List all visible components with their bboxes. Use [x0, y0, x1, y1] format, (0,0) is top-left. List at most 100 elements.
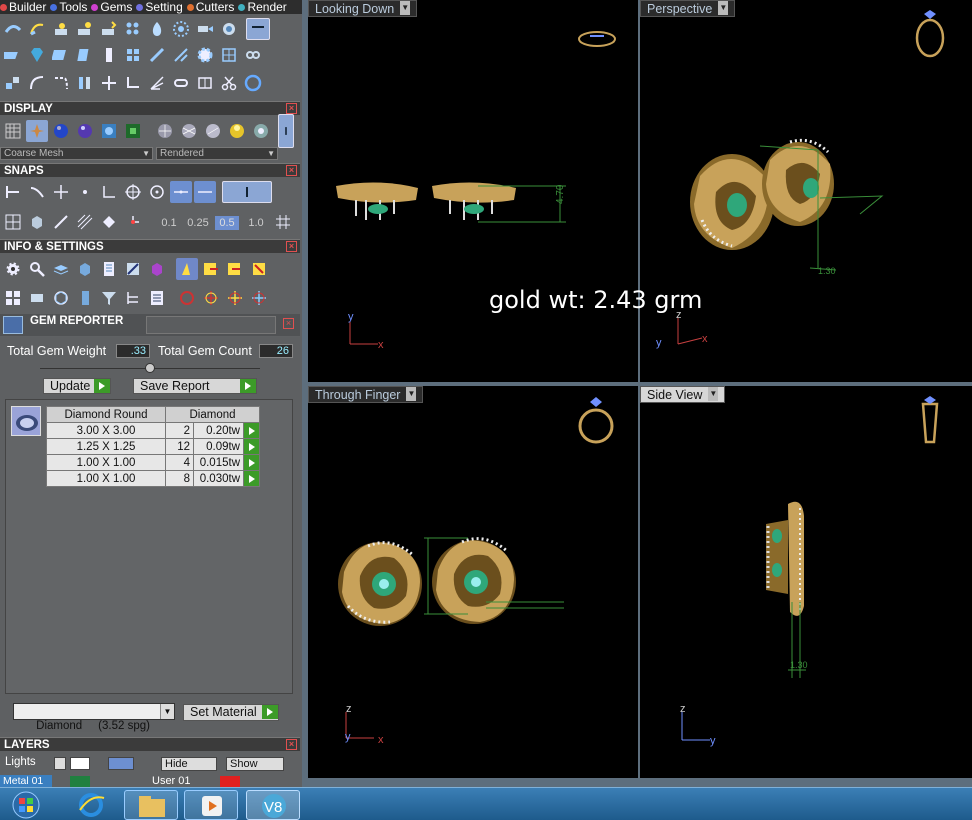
ring-rail-icon[interactable]: [2, 44, 24, 66]
snap-value-3[interactable]: 1.0: [244, 216, 268, 230]
viewport-looking-down[interactable]: 4.70 y x Looking Down ▼: [308, 0, 638, 382]
bend-icon[interactable]: [50, 72, 72, 94]
explorer-button[interactable]: [124, 790, 178, 820]
move-icon[interactable]: [98, 72, 120, 94]
pattern-tool-icon[interactable]: [122, 44, 144, 66]
split-bar-icon[interactable]: [74, 72, 96, 94]
chain-icon[interactable]: [242, 44, 264, 66]
menu-cutters[interactable]: Cutters: [186, 0, 234, 14]
table-row[interactable]: 1.25 X 1.25 12 0.09tw: [46, 438, 260, 455]
hide-button[interactable]: Hide: [161, 757, 217, 771]
menu-tools[interactable]: Tools: [50, 0, 87, 14]
export-icon[interactable]: [200, 258, 222, 280]
close-icon[interactable]: ×: [286, 241, 297, 252]
blue-sphere-icon[interactable]: [50, 120, 72, 142]
metal-sphere-icon[interactable]: [154, 120, 176, 142]
box-icon[interactable]: [74, 258, 96, 280]
snap-diamond-icon[interactable]: [98, 211, 120, 233]
user-color-swatch[interactable]: [220, 776, 240, 787]
tab-side-view[interactable]: Side View ▼: [640, 386, 726, 403]
gear-icon[interactable]: [194, 44, 216, 66]
snap-horizontal-icon[interactable]: [170, 181, 192, 203]
split-tool-icon[interactable]: [98, 44, 120, 66]
close-icon[interactable]: ×: [286, 739, 297, 750]
channel-tool-icon[interactable]: [74, 44, 96, 66]
bar-tool-icon[interactable]: [50, 44, 72, 66]
arc-icon[interactable]: [26, 72, 48, 94]
select-row-button[interactable]: [243, 454, 260, 471]
panel-toggle-icon[interactable]: [246, 18, 270, 40]
snap-line-icon[interactable]: [194, 181, 216, 203]
table-row[interactable]: 1.00 X 1.00 4 0.015tw: [46, 454, 260, 471]
blocks-icon[interactable]: [2, 72, 24, 94]
chevron-down-icon[interactable]: ▼: [400, 1, 411, 15]
grid-pave-icon[interactable]: [218, 44, 240, 66]
start-button[interactable]: [6, 790, 46, 820]
mirror-icon[interactable]: [194, 72, 216, 94]
bend-tool-icon[interactable]: [122, 72, 144, 94]
gallery-tool-icon[interactable]: [218, 18, 240, 40]
tab-looking-down[interactable]: Looking Down ▼: [308, 0, 418, 17]
layer-row-metal[interactable]: Metal 01 User 01: [0, 775, 300, 787]
shaded-icon[interactable]: [26, 120, 48, 142]
snap-target-icon[interactable]: [122, 181, 144, 203]
pave-tool-icon[interactable]: [122, 18, 144, 40]
environment-icon[interactable]: [98, 120, 120, 142]
link-icon[interactable]: [170, 72, 192, 94]
viewport-through-finger[interactable]: z y x Through Finger ▼: [308, 386, 638, 778]
axis-red-icon[interactable]: [200, 287, 222, 309]
prong-tool-icon[interactable]: [74, 18, 96, 40]
snap-curve-icon[interactable]: [26, 181, 48, 203]
snap-point-icon[interactable]: [74, 181, 96, 203]
gold-sphere-icon[interactable]: [226, 120, 248, 142]
media-player-button[interactable]: [184, 790, 238, 820]
scissors-icon[interactable]: [218, 72, 240, 94]
layers-stack-icon[interactable]: [50, 258, 72, 280]
grid-sphere-icon[interactable]: [178, 120, 200, 142]
snap-vertex-icon[interactable]: [122, 211, 144, 233]
menu-builder[interactable]: Builder: [0, 0, 46, 14]
snap-end-icon[interactable]: [98, 181, 120, 203]
save-report-button[interactable]: Save Report: [133, 378, 257, 394]
layer-color-swatch[interactable]: [70, 757, 90, 770]
mesh-mode-select[interactable]: Coarse Mesh ▼: [0, 147, 153, 160]
curve-tool-icon[interactable]: [2, 18, 24, 40]
chevron-down-icon[interactable]: ▼: [708, 387, 719, 401]
set-material-button[interactable]: Set Material: [183, 704, 279, 721]
filter-icon[interactable]: [98, 287, 120, 309]
menu-render[interactable]: Render: [238, 0, 287, 14]
chrome-sphere-icon[interactable]: [250, 120, 272, 142]
wireframe-icon[interactable]: [2, 120, 24, 142]
snap-cross-icon[interactable]: [50, 181, 72, 203]
viewport-perspective[interactable]: 1.30 z y x Perspective ▼: [640, 0, 972, 382]
material-cube-icon[interactable]: [146, 258, 168, 280]
clean-icon[interactable]: [176, 258, 198, 280]
update-button[interactable]: Update: [43, 378, 111, 394]
matrix-app-button[interactable]: V8: [246, 790, 300, 820]
snap-lock-grid-icon[interactable]: [272, 211, 294, 233]
snap-value-0[interactable]: 0.1: [157, 216, 181, 230]
document-icon[interactable]: [98, 258, 120, 280]
settings-gear-icon[interactable]: [2, 258, 24, 280]
close-icon[interactable]: ×: [286, 103, 297, 114]
prong-setting-icon[interactable]: [146, 44, 168, 66]
snap-pen-icon[interactable]: [50, 211, 72, 233]
menu-setting[interactable]: Setting: [136, 0, 183, 14]
chevron-down-icon[interactable]: ▼: [718, 1, 729, 15]
zoom-icon[interactable]: [26, 258, 48, 280]
select-row-button[interactable]: [243, 438, 260, 455]
background-icon[interactable]: [122, 120, 144, 142]
table-row[interactable]: 3.00 X 3.00 2 0.20tw: [46, 422, 260, 439]
head-tool-icon[interactable]: [50, 18, 72, 40]
select-row-button[interactable]: [243, 470, 260, 487]
windows-icon[interactable]: [2, 287, 24, 309]
axis-blue-icon[interactable]: [248, 287, 270, 309]
monitor-icon[interactable]: [26, 287, 48, 309]
material-select[interactable]: Diamond (3.52 spg) ▼: [13, 703, 175, 732]
render-mode-select[interactable]: Rendered ▼: [156, 147, 278, 160]
menu-gems[interactable]: Gems: [91, 0, 132, 14]
snap-value-1[interactable]: 0.25: [186, 216, 210, 230]
tab-through-finger[interactable]: Through Finger ▼: [308, 386, 424, 403]
shank-tool-icon[interactable]: [26, 18, 48, 40]
select-row-button[interactable]: [243, 422, 260, 439]
